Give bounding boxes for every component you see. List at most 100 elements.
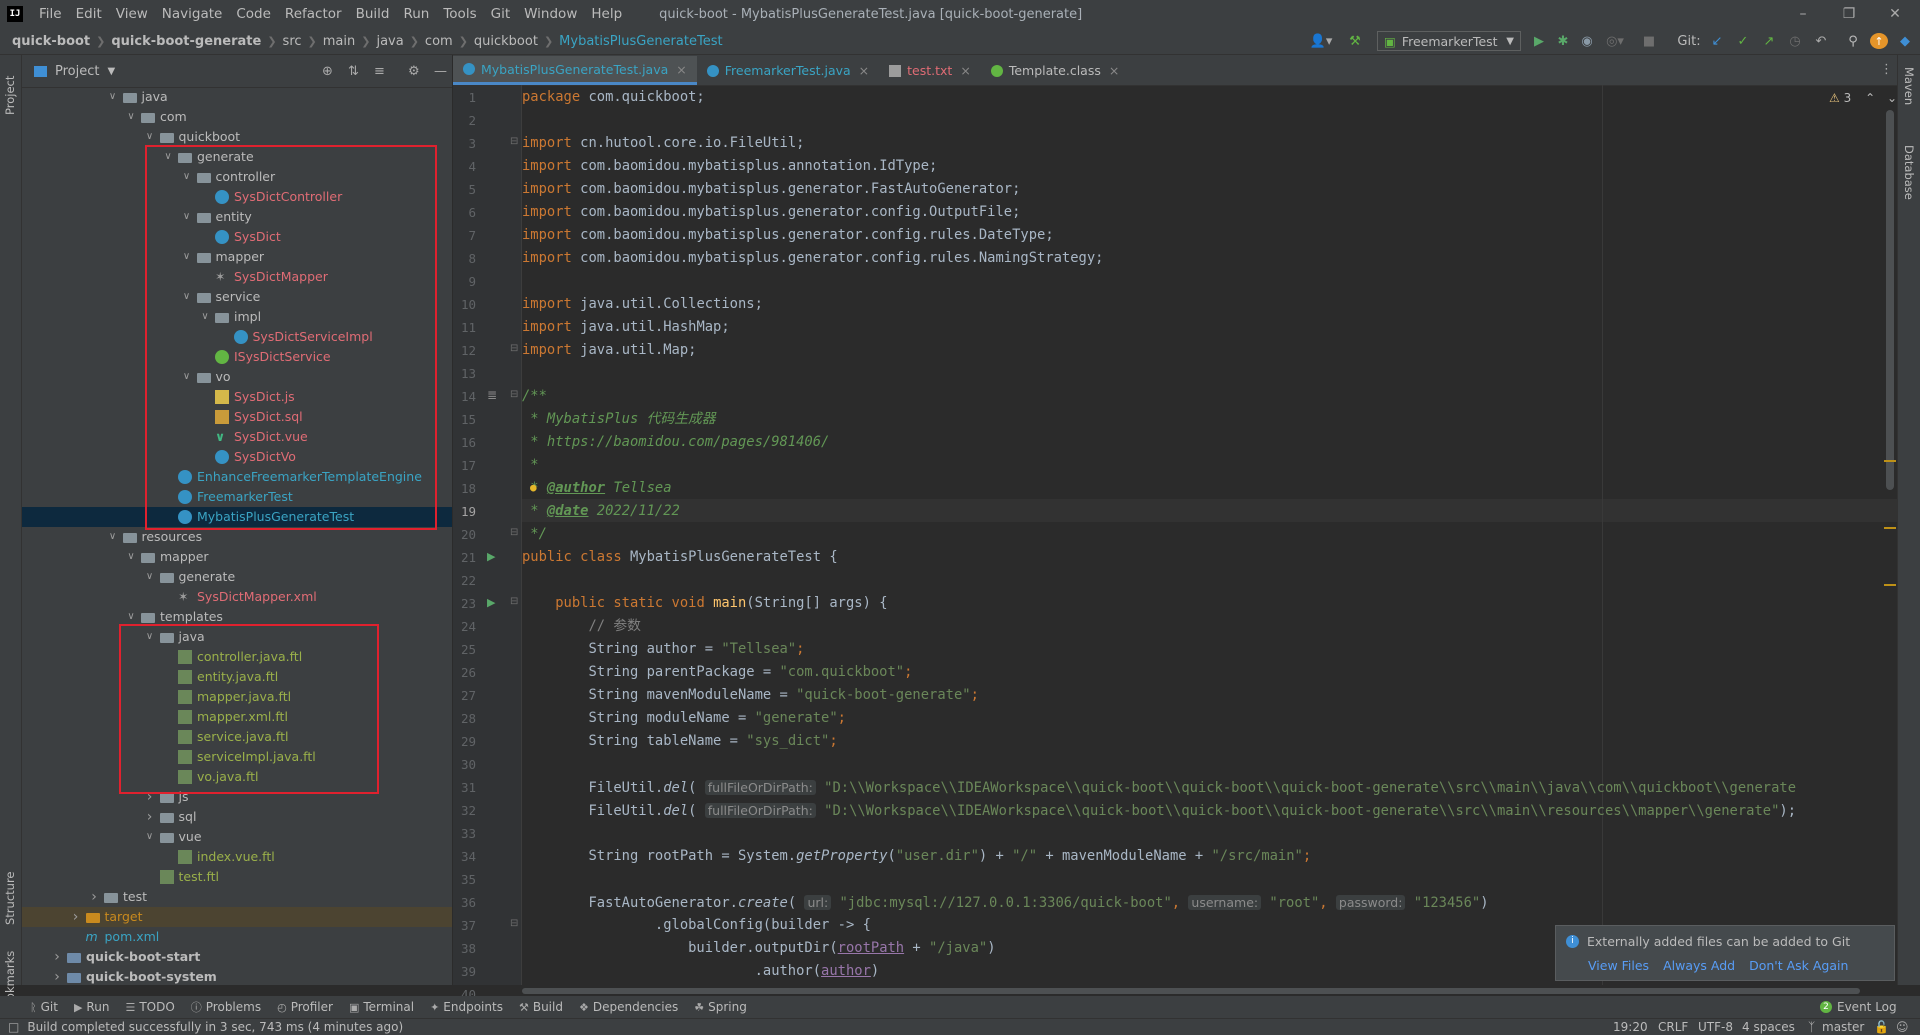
tree-item[interactable]: service.java.ftl	[22, 727, 452, 747]
tool-tab-git[interactable]: ᚱ Git	[30, 999, 58, 1015]
fold-icon[interactable]: ⊟	[510, 918, 518, 929]
tree-item[interactable]: › quick-boot-system	[22, 967, 452, 985]
tree-item[interactable]: vo.java.ftl	[22, 767, 452, 787]
menu-refactor[interactable]: Refactor	[278, 6, 349, 22]
code-line[interactable]: public class MybatisPlusGenerateTest {	[522, 546, 838, 569]
git-commit-icon[interactable]: ✓	[1734, 32, 1752, 51]
code-line[interactable]: import java.util.Map;	[522, 339, 696, 362]
run-configuration-select[interactable]: ▣ FreemarkerTest ▼	[1377, 31, 1521, 51]
menu-file[interactable]: File	[32, 6, 69, 22]
tree-item[interactable]: › sql	[22, 807, 452, 827]
tree-item[interactable]: › quick-boot-start	[22, 947, 452, 967]
tree-item[interactable]: entity.java.ftl	[22, 667, 452, 687]
code-line[interactable]: .author(author)	[522, 960, 880, 983]
tree-item[interactable]: SysDictVo	[22, 447, 452, 467]
tree-item[interactable]: SysDict.js	[22, 387, 452, 407]
code-line[interactable]: *	[522, 454, 538, 477]
chevron-right-icon[interactable]: ›	[51, 967, 63, 985]
tree-item[interactable]: ∨ java	[22, 627, 452, 647]
update-icon[interactable]: ↑	[1870, 33, 1888, 49]
menu-help[interactable]: Help	[584, 6, 629, 22]
menu-window[interactable]: Window	[517, 6, 584, 22]
run-icon[interactable]: ▶	[1530, 32, 1548, 51]
code-line[interactable]: import com.baomidou.mybatisplus.generato…	[522, 247, 1103, 270]
chevron-right-icon[interactable]: ›	[70, 907, 82, 927]
code-line[interactable]: .globalConfig(builder -> {	[522, 914, 871, 937]
code-line[interactable]: // 参数	[522, 615, 641, 638]
code-line[interactable]: String rootPath = System.getProperty("us…	[522, 845, 1311, 868]
tree-item[interactable]: ∨ entity	[22, 207, 452, 227]
code-line[interactable]: import cn.hutool.core.io.FileUtil;	[522, 132, 804, 155]
intention-bulb-icon[interactable]: ●	[530, 481, 537, 494]
tree-item[interactable]: serviceImpl.java.ftl	[22, 747, 452, 767]
run-gutter-icon[interactable]: ▶	[487, 596, 495, 609]
breadcrumb-item[interactable]: com	[425, 34, 453, 49]
tool-tab-endpoints[interactable]: ✦ Endpoints	[430, 999, 503, 1015]
code-line[interactable]: * MybatisPlus 代码生成器	[522, 408, 715, 431]
chevron-right-icon[interactable]: ›	[88, 887, 100, 907]
chevron-up-icon[interactable]: ⌃	[1865, 91, 1875, 105]
code-line[interactable]: * @date 2022/11/22	[522, 500, 680, 523]
tree-item[interactable]: ∨ generate	[22, 567, 452, 587]
more-tabs-icon[interactable]: ⋮	[1880, 62, 1893, 77]
tree-item[interactable]: SysDict.sql	[22, 407, 452, 427]
chevron-down-icon[interactable]: ∨	[144, 127, 156, 147]
code-line[interactable]: * https://baomidou.com/pages/981406/	[522, 431, 829, 454]
fold-icon[interactable]: ⊟	[510, 343, 518, 354]
menu-edit[interactable]: Edit	[69, 6, 109, 22]
breadcrumb-item[interactable]: MybatisPlusGenerateTest	[559, 34, 722, 49]
rollback-icon[interactable]: ↶	[1812, 32, 1830, 51]
lock-icon[interactable]: 🔓	[1874, 1020, 1889, 1034]
code-line[interactable]: FileUtil.del( fullFileOrDirPath: "D:\\Wo…	[522, 776, 1796, 799]
minimize-button[interactable]: –	[1780, 0, 1826, 28]
code-line[interactable]: import com.baomidou.mybatisplus.generato…	[522, 224, 1054, 247]
menu-code[interactable]: Code	[229, 6, 278, 22]
tree-item[interactable]: ISysDictService	[22, 347, 452, 367]
run-gutter-icon[interactable]: ▶	[487, 550, 495, 563]
tree-item[interactable]: EnhanceFreemarkerTemplateEngine	[22, 467, 452, 487]
chevron-down-icon[interactable]: ∨	[125, 547, 137, 567]
code-line[interactable]: import com.baomidou.mybatisplus.generato…	[522, 201, 1020, 224]
tree-item[interactable]: SysDictServiceImpl	[22, 327, 452, 347]
plugin-icon[interactable]: ◆	[1896, 32, 1914, 51]
tree-item[interactable]: ∨ SysDict.vue	[22, 427, 452, 447]
profile-icon[interactable]: ◎▾	[1602, 32, 1628, 51]
close-window-button[interactable]: ✕	[1872, 0, 1918, 28]
breadcrumb-item[interactable]: quick-boot-generate	[111, 34, 261, 49]
menu-view[interactable]: View	[109, 6, 155, 22]
code-line[interactable]: String moduleName = "generate";	[522, 707, 846, 730]
close-tab-icon[interactable]: ×	[1109, 63, 1119, 78]
tool-tab-profiler[interactable]: ◴ Profiler	[277, 999, 333, 1015]
git-update-icon[interactable]: ↙	[1708, 32, 1726, 51]
chevron-down-icon[interactable]: ∨	[181, 287, 193, 307]
tree-item[interactable]: ∨ com	[22, 107, 452, 127]
history-icon[interactable]: ◷	[1786, 32, 1804, 51]
chevron-down-icon[interactable]: ∨	[144, 567, 156, 587]
warning-counter[interactable]: ⚠ 3 ⌃ ⌄	[1829, 91, 1897, 105]
expand-all-icon[interactable]: ⇅	[348, 64, 359, 79]
tool-tab-terminal[interactable]: ▣ Terminal	[349, 999, 414, 1015]
line-separator[interactable]: CRLF	[1658, 1020, 1688, 1034]
search-icon[interactable]: ⚲	[1844, 32, 1862, 51]
code-line[interactable]: public static void main(String[] args) {	[522, 592, 887, 615]
code-line[interactable]: import java.util.Collections;	[522, 293, 763, 316]
code-line[interactable]: /**	[522, 385, 547, 408]
chevron-right-icon[interactable]: ›	[51, 947, 63, 967]
code-line[interactable]: String author = "Tellsea";	[522, 638, 804, 661]
indent-setting[interactable]: 4 spaces	[1742, 1020, 1795, 1034]
tree-item[interactable]: ∨ service	[22, 287, 452, 307]
gear-icon[interactable]: ⚙	[408, 64, 420, 79]
chevron-down-icon[interactable]: ▼	[107, 66, 115, 77]
tree-item[interactable]: ∨ vue	[22, 827, 452, 847]
chevron-down-icon[interactable]: ∨	[181, 167, 193, 187]
code-line[interactable]: String parentPackage = "com.quickboot";	[522, 661, 912, 684]
close-tab-icon[interactable]: ×	[859, 63, 869, 78]
menu-run[interactable]: Run	[396, 6, 436, 22]
tool-tab-problems[interactable]: ⓘ Problems	[191, 999, 261, 1015]
tree-item[interactable]: ∨ impl	[22, 307, 452, 327]
horizontal-scrollbar[interactable]	[522, 988, 1860, 994]
menu-tools[interactable]: Tools	[436, 6, 483, 22]
fold-icon[interactable]: ⊟	[510, 389, 518, 400]
maven-tool-tab[interactable]: Maven	[1902, 67, 1916, 105]
editor-tab[interactable]: Template.class ×	[981, 56, 1130, 85]
